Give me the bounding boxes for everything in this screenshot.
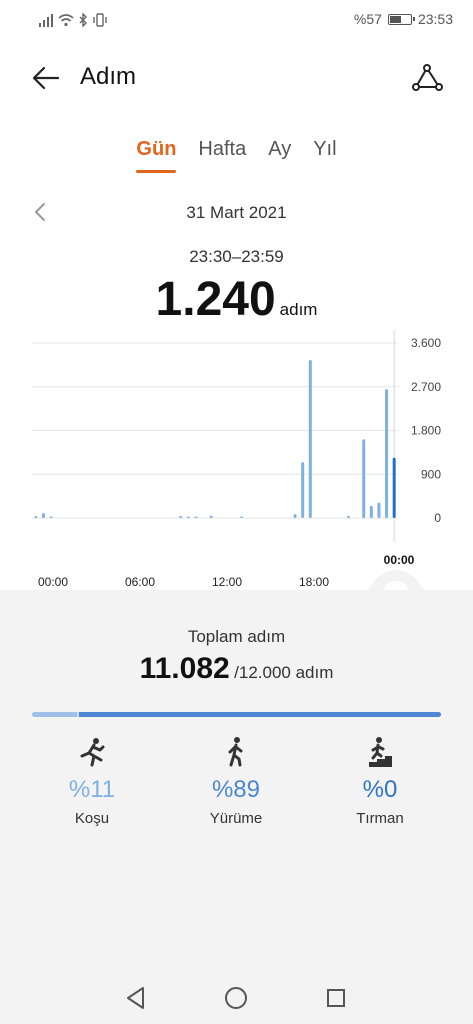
running-icon	[80, 738, 105, 767]
chart-bar	[34, 516, 38, 518]
selected-steps-unit: adım	[279, 300, 318, 319]
chart-bar	[49, 516, 53, 518]
running-label: Koşu	[74, 810, 110, 827]
chart-bar	[179, 516, 183, 518]
app-header: Adım	[0, 50, 473, 106]
status-time: 23:53	[417, 11, 453, 27]
total-steps-goal: /12.000 adım	[234, 663, 334, 682]
selected-time-range: 23:30–23:59	[189, 247, 284, 266]
x-tick-label: 00:00	[38, 575, 68, 589]
activity-climbing: %0 Tırman	[310, 736, 450, 827]
circle-home-icon	[225, 987, 247, 1009]
y-tick-label: 3.600	[411, 336, 441, 350]
date-label: 31 Mart 2021	[186, 203, 287, 222]
page-title: Adım	[80, 63, 137, 90]
progress-run-segment	[32, 712, 77, 717]
bluetooth-icon	[79, 13, 87, 27]
nav-back-button[interactable]	[118, 980, 154, 1016]
walking-icon	[228, 737, 243, 767]
battery-percent: %57	[353, 11, 382, 27]
tab-year[interactable]: Yıl	[313, 138, 336, 173]
chart-bar	[377, 502, 381, 518]
chart-bar	[362, 439, 366, 518]
chart-bar	[308, 360, 312, 518]
triangle-back-icon	[127, 987, 144, 1009]
tab-month[interactable]: Ay	[268, 138, 291, 173]
arrow-left-icon	[32, 66, 60, 90]
status-bar: %57 23:53	[0, 0, 473, 40]
square-recents-icon	[327, 989, 345, 1007]
y-tick-label: 900	[421, 467, 441, 481]
chart-bar	[369, 505, 373, 518]
y-tick-label: 0	[434, 511, 441, 525]
total-steps: 11.082 /12.000 adım	[0, 652, 473, 686]
route-button[interactable]	[411, 62, 443, 94]
chart-bar	[41, 513, 45, 518]
x-tick-label: 12:00	[212, 575, 242, 589]
total-steps-label: Toplam adım	[187, 627, 286, 646]
wifi-icon	[58, 14, 74, 27]
progress-walk-segment	[78, 712, 441, 717]
period-tabs: Gün Hafta Ay Yıl	[0, 138, 473, 173]
nav-recents-button[interactable]	[318, 980, 354, 1016]
chart-bar	[392, 457, 396, 518]
back-button[interactable]	[30, 62, 62, 94]
battery-level	[389, 15, 402, 23]
x-tick-label: 06:00	[125, 575, 155, 589]
tab-week[interactable]: Hafta	[198, 138, 246, 173]
x-tick-label: 18:00	[299, 575, 329, 589]
chart-bar	[301, 462, 305, 518]
tab-day[interactable]: Gün	[136, 138, 177, 173]
selected-steps: 1.240 adım	[0, 272, 473, 327]
status-right: %57 23:53	[354, 11, 453, 27]
selected-x-tick-label: 00:00	[384, 553, 415, 567]
climbing-label: Tırman	[356, 810, 404, 827]
climbing-percent: %0	[362, 776, 398, 803]
chart-bar	[209, 515, 213, 518]
climbing-icon	[369, 737, 392, 767]
running-percent: %11	[68, 776, 116, 803]
status-icons	[38, 12, 108, 28]
route-icon	[412, 64, 443, 91]
chart-bar	[346, 516, 350, 518]
walking-label: Yürüme	[209, 810, 263, 827]
total-steps-value: 11.082	[139, 652, 230, 685]
system-nav-bar	[0, 972, 473, 1024]
activity-running: %11 Koşu	[22, 736, 162, 827]
y-tick-label: 2.700	[411, 380, 441, 394]
chart-bar	[385, 389, 389, 518]
activity-progress-bar	[32, 712, 441, 717]
vibrate-icon	[93, 13, 107, 27]
chart-bar	[186, 516, 190, 518]
selected-steps-value: 1.240	[155, 273, 276, 326]
walking-percent: %89	[211, 776, 261, 803]
steps-chart[interactable]: 3.600 2.700 1.800 900 0 00:00 06:00 12:00 18:00 0…	[0, 330, 473, 610]
chart-bar	[240, 516, 244, 518]
nav-home-button[interactable]	[218, 980, 254, 1016]
summary-panel: Toplam adım 11.082 /12.000 adım %11 Koşu…	[0, 590, 473, 1024]
chart-bar	[194, 516, 198, 518]
activity-walking: %89 Yürüme	[166, 736, 306, 827]
date-row: 31 Mart 2021	[0, 198, 473, 228]
signal-icon	[39, 14, 53, 27]
battery-icon	[387, 13, 415, 25]
y-tick-label: 1.800	[411, 424, 441, 438]
chart-bar	[293, 514, 297, 518]
